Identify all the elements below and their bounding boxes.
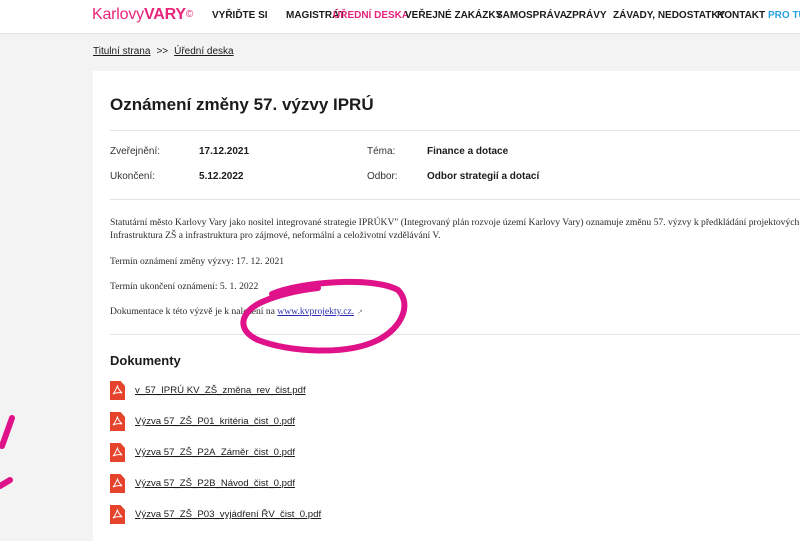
pdf-icon: [110, 381, 125, 400]
nav-item-uredni-deska[interactable]: ÚŘEDNÍ DESKA: [333, 10, 409, 22]
nav-item-zpravy[interactable]: ZPRÁVY: [566, 10, 607, 22]
document-link[interactable]: Výzva 57_ZŠ_P01_kritéria_čist_0.pdf: [135, 416, 295, 427]
body-text-line2: Infrastruktura ZŠ a infrastruktura pro z…: [110, 230, 441, 241]
page-title: Oznámení změny 57. výzvy IPRÚ: [110, 95, 374, 114]
left-margin-mark: [0, 415, 15, 489]
document-link[interactable]: Výzva 57_ZŠ_P2B_Návod_čist_0.pdf: [135, 478, 295, 489]
published-value: 17.12.2021: [199, 146, 250, 157]
logo-text-karlovy: Karlovy: [92, 6, 144, 23]
nav-item-pro-turisty[interactable]: PRO TURISTY: [768, 10, 800, 22]
external-link-icon: ↗: [357, 308, 363, 316]
topic-value: Finance a dotace: [427, 146, 509, 157]
logo-mark: ©: [185, 9, 193, 20]
docs-text: Dokumentace k této výzvě je k nalezení n…: [110, 306, 278, 317]
docs-paragraph: Dokumentace k této výzvě je k nalezení n…: [110, 306, 363, 318]
dept-label: Odbor:: [367, 171, 398, 182]
nav-item-verejne-zakazky[interactable]: VEŘEJNÉ ZAKÁZKY: [405, 10, 502, 22]
pdf-icon: [110, 505, 125, 524]
topic-label: Téma:: [367, 146, 396, 157]
kvprojekty-link[interactable]: www.kvprojekty.cz.: [277, 306, 354, 317]
announce-date: Termín oznámení změny výzvy: 17. 12. 202…: [110, 256, 285, 267]
breadcrumb-home[interactable]: Titulní strana: [93, 46, 150, 57]
published-label: Zveřejnění:: [110, 146, 161, 157]
breadcrumb: Titulní strana >> Úřední deska: [93, 46, 234, 57]
document-link[interactable]: Výzva 57_ZŠ_P03_vyjádření ŘV_čist_0.pdf: [135, 509, 321, 520]
document-link[interactable]: v_57_IPRÚ KV_ZŠ_změna_rev_čist.pdf: [135, 385, 306, 396]
ended-label: Ukončení:: [110, 171, 156, 182]
documents-heading: Dokumenty: [110, 353, 181, 368]
nav-item-kontakt[interactable]: KONTAKT: [717, 10, 765, 22]
dept-value: Odbor strategií a dotací: [427, 171, 540, 182]
divider: [110, 334, 800, 335]
nav-item-zavady-nedostatky[interactable]: ZÁVADY, NEDOSTATKY: [613, 10, 725, 22]
breadcrumb-separator: >>: [156, 46, 169, 57]
breadcrumb-current[interactable]: Úřední deska: [174, 46, 233, 57]
pdf-icon: [110, 443, 125, 462]
ended-value: 5.12.2022: [199, 171, 244, 182]
nav-item-vyridte-si[interactable]: VYŘIĎTE SI: [212, 10, 268, 22]
divider: [110, 130, 800, 131]
body-text-line1: Statutární město Karlovy Vary jako nosit…: [110, 217, 800, 228]
notice-card: Oznámení změny 57. výzvy IPRÚ Zveřejnění…: [93, 71, 800, 541]
nav-item-samosprava[interactable]: SAMOSPRÁVA: [496, 10, 567, 22]
site-logo[interactable]: KarlovyVARY©: [92, 5, 193, 25]
pdf-icon: [110, 474, 125, 493]
pdf-icon: [110, 412, 125, 431]
end-date: Termín ukončení oznámení: 5. 1. 2022: [110, 281, 259, 292]
top-navigation-bar: KarlovyVARY© VYŘIĎTE SI MAGISTRÁT ÚŘEDNÍ…: [0, 0, 800, 34]
document-link[interactable]: Výzva 57_ZŠ_P2A_Záměr_čist_0.pdf: [135, 447, 295, 458]
divider: [110, 199, 800, 200]
logo-text-vary: VARY: [143, 6, 186, 23]
